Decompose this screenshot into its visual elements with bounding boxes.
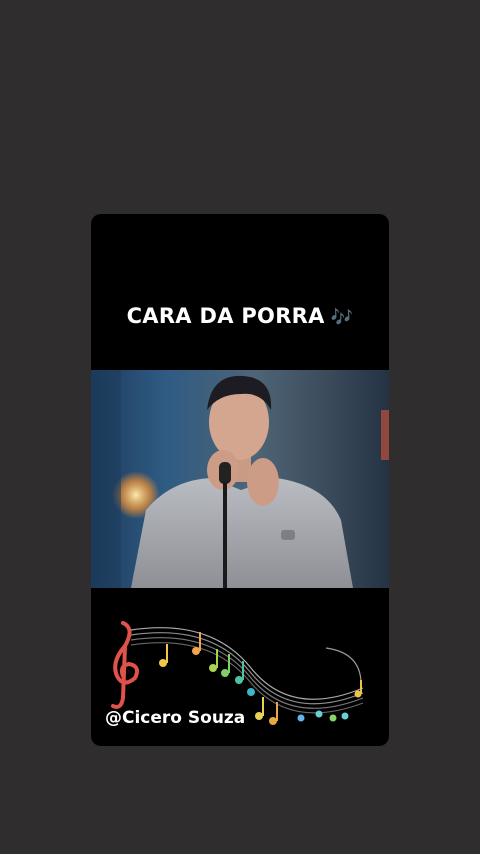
story-card[interactable]: CARA DA PORRA 🎶 @Cicero Souza: [91, 214, 389, 746]
story-caption: CARA DA PORRA 🎶: [91, 304, 389, 328]
music-notes-emoji: 🎶: [330, 307, 354, 328]
caption-text: CARA DA PORRA: [126, 304, 325, 328]
author-handle[interactable]: @Cicero Souza: [105, 708, 245, 728]
singer-image: [91, 370, 389, 588]
video-frame[interactable]: [91, 370, 389, 588]
